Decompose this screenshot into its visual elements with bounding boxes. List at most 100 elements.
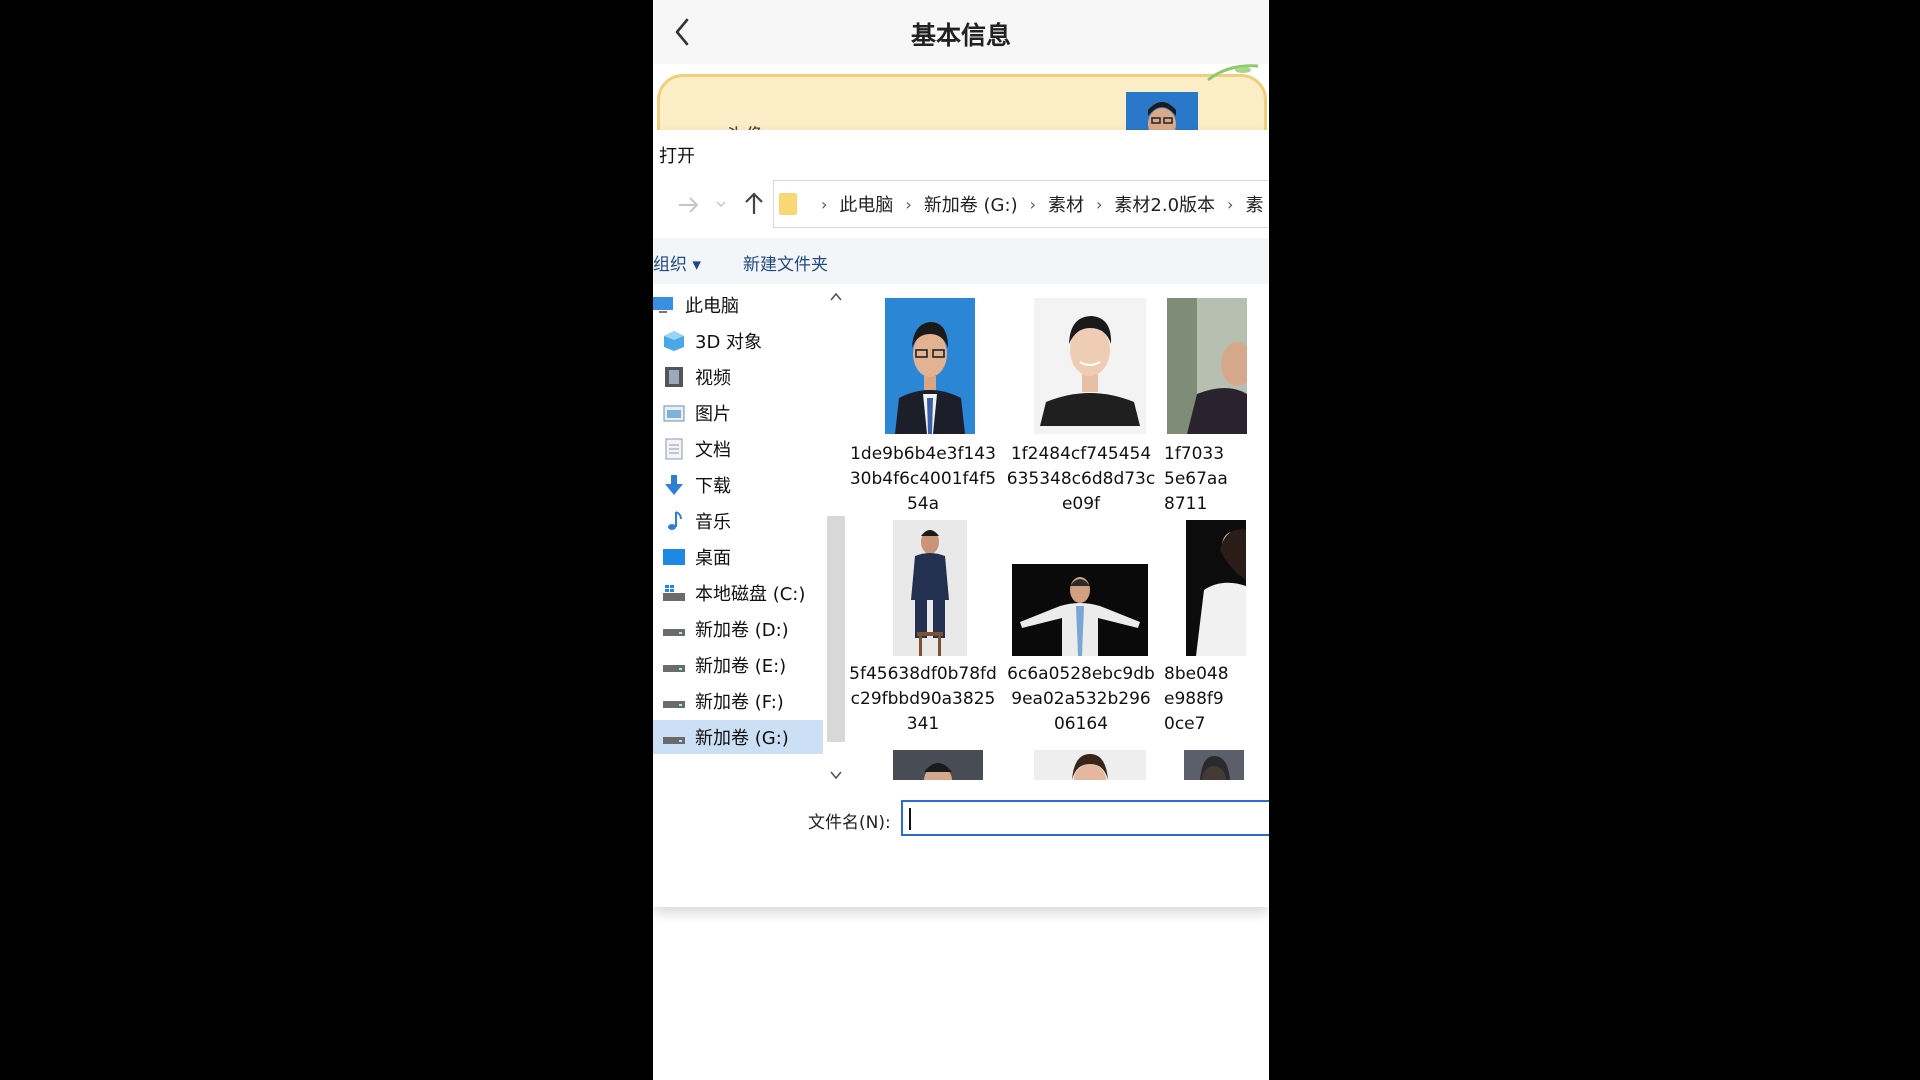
nav-item-downloads[interactable]: 下载 xyxy=(653,468,823,502)
portrait-thumbnail[interactable] xyxy=(893,750,983,780)
portrait-thumbnail xyxy=(1012,564,1148,656)
person-photo-icon xyxy=(1034,750,1146,780)
scroll-down-icon[interactable] xyxy=(829,768,843,782)
nav-item-label: 音乐 xyxy=(695,512,731,533)
breadcrumb-item[interactable]: 素材2.0版本 xyxy=(1114,191,1215,217)
leaf-decoration-icon xyxy=(1207,64,1259,82)
nav-item-drive-g[interactable]: 新加卷 (G:) xyxy=(653,720,823,754)
person-photo-icon xyxy=(1034,298,1146,434)
recent-locations-chevron-icon[interactable] xyxy=(715,196,727,212)
nav-item-label: 图片 xyxy=(695,404,731,425)
nav-item-label: 新加卷 (G:) xyxy=(695,728,789,749)
drive-icon xyxy=(663,701,685,708)
address-bar[interactable]: › 此电脑 › 新加卷 (G:) › 素材 › 素材2.0版本 › 素 xyxy=(773,180,1269,228)
breadcrumb-separator-icon: › xyxy=(1227,194,1234,214)
nav-item-drive-d[interactable]: 新加卷 (D:) xyxy=(653,612,823,646)
file-item[interactable]: 5f45638df0b78fdc29fbbd90a3825341 xyxy=(848,520,998,750)
file-item[interactable]: 1f70335e67aa8711 xyxy=(1164,288,1269,518)
portrait-thumbnail[interactable] xyxy=(1034,750,1146,780)
breadcrumb-item[interactable]: 此电脑 xyxy=(839,191,893,217)
music-icon xyxy=(668,511,682,530)
nav-item-label: 下载 xyxy=(695,476,731,497)
person-photo-icon xyxy=(1186,520,1246,656)
nav-item-label: 新加卷 (F:) xyxy=(695,692,784,713)
person-photo-icon xyxy=(893,520,967,656)
desktop-icon xyxy=(663,549,685,565)
drive-icon xyxy=(663,665,685,672)
nav-item-drive-e[interactable]: 新加卷 (E:) xyxy=(653,648,823,682)
file-name: 1de9b6b4e3f14330b4f6c4001f4f554a xyxy=(849,444,997,514)
file-item[interactable]: 8be048e988f90ce7 xyxy=(1164,520,1269,750)
dialog-title: 打开 xyxy=(659,146,695,167)
file-name: 1f70335e67aa8711 xyxy=(1164,444,1228,514)
page-title: 基本信息 xyxy=(910,21,1011,50)
nav-item-label: 新加卷 (E:) xyxy=(695,656,787,677)
person-photo-icon xyxy=(1012,564,1148,656)
file-name: 8be048e988f90ce7 xyxy=(1164,664,1229,734)
portrait-thumbnail[interactable] xyxy=(1184,750,1244,780)
app-header: 基本信息 xyxy=(653,0,1269,64)
portrait-thumbnail xyxy=(1167,298,1247,434)
local-disk-icon xyxy=(663,585,685,601)
person-photo-icon xyxy=(885,298,975,434)
file-name: 5f45638df0b78fdc29fbbd90a3825341 xyxy=(849,664,997,734)
avatar-photo-icon xyxy=(1126,92,1198,134)
nav-item-documents[interactable]: 文档 xyxy=(653,432,823,466)
breadcrumb-separator-icon: › xyxy=(1096,194,1103,214)
portrait-thumbnail xyxy=(1186,520,1246,656)
new-folder-button[interactable]: 新建文件夹 xyxy=(743,250,828,275)
nav-item-label: 新加卷 (D:) xyxy=(695,620,789,641)
person-photo-icon xyxy=(1167,298,1247,434)
dialog-toolbar: 组织 ▾ 新建文件夹 xyxy=(653,238,1269,284)
file-open-dialog: 打开 › 此电脑 › 新加卷 (G:) › 素材 › 素材2.0版本 › 素 组… xyxy=(653,130,1269,907)
person-photo-icon xyxy=(1184,750,1244,780)
nav-item-this-pc[interactable]: 此电脑 xyxy=(653,288,823,322)
nav-item-pictures[interactable]: 图片 xyxy=(653,396,823,430)
nav-item-drive-f[interactable]: 新加卷 (F:) xyxy=(653,684,823,718)
drive-icon xyxy=(663,629,685,636)
breadcrumb-separator-icon: › xyxy=(905,194,912,214)
file-item[interactable]: 1f2484cf745454635348c6d8d73ce09f xyxy=(1006,288,1156,518)
breadcrumb-separator-icon: › xyxy=(1029,194,1036,214)
nav-item-label: 文档 xyxy=(695,440,731,461)
nav-item-desktop[interactable]: 桌面 xyxy=(653,540,823,574)
video-icon xyxy=(665,367,683,387)
3d-objects-icon xyxy=(664,331,684,351)
navigation-pane: 此电脑 3D 对象 视频 图片 文档 下载 音乐 桌面 本地磁盘 (C:) 新加… xyxy=(653,288,823,754)
folder-icon xyxy=(779,193,797,215)
forward-arrow-icon[interactable] xyxy=(675,192,701,218)
file-name: 1f2484cf745454635348c6d8d73ce09f xyxy=(1006,444,1156,514)
nav-item-label: 3D 对象 xyxy=(695,332,763,353)
scroll-up-icon[interactable] xyxy=(829,290,843,304)
breadcrumb-item[interactable]: 素材 xyxy=(1048,191,1084,217)
file-item[interactable]: 6c6a0528ebc9db9ea02a532b29606164 xyxy=(1006,520,1156,750)
up-arrow-icon[interactable] xyxy=(741,190,767,218)
file-item[interactable]: 1de9b6b4e3f14330b4f6c4001f4f554a xyxy=(848,288,998,518)
organize-menu-button[interactable]: 组织 ▾ xyxy=(653,250,701,275)
nav-item-3d-objects[interactable]: 3D 对象 xyxy=(653,324,823,358)
phone-screen: 基本信息 头像 打开 › 此电脑 › xyxy=(653,0,1269,1080)
nav-item-music[interactable]: 音乐 xyxy=(653,504,823,538)
person-photo-icon xyxy=(893,750,983,780)
breadcrumb-separator-icon: › xyxy=(821,194,828,214)
text-caret xyxy=(909,808,911,830)
filename-input[interactable] xyxy=(901,800,1269,836)
nav-item-videos[interactable]: 视频 xyxy=(653,360,823,394)
pictures-icon xyxy=(663,405,685,422)
nav-scrollbar-thumb[interactable] xyxy=(827,516,845,742)
nav-item-label: 此电脑 xyxy=(685,296,739,317)
file-name: 6c6a0528ebc9db9ea02a532b29606164 xyxy=(1007,664,1155,734)
file-list: 1de9b6b4e3f14330b4f6c4001f4f554a 1f2484c… xyxy=(848,288,1269,788)
breadcrumb-item[interactable]: 素 xyxy=(1245,191,1263,217)
nav-item-label: 桌面 xyxy=(695,548,731,569)
computer-icon xyxy=(653,297,673,313)
portrait-thumbnail xyxy=(1034,298,1146,434)
download-icon xyxy=(665,475,683,495)
portrait-thumbnail xyxy=(893,520,967,656)
portrait-thumbnail xyxy=(885,298,975,434)
filename-label: 文件名(N): xyxy=(808,813,891,833)
nav-item-local-disk-c[interactable]: 本地磁盘 (C:) xyxy=(653,576,823,610)
breadcrumb-item[interactable]: 新加卷 (G:) xyxy=(924,191,1018,217)
avatar[interactable] xyxy=(1126,92,1198,134)
nav-item-label: 视频 xyxy=(695,368,731,389)
